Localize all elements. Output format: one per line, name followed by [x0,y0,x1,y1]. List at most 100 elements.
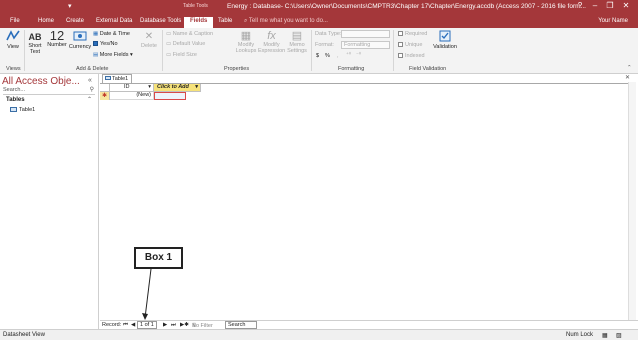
current-record-input[interactable]: 1 of 1 [137,321,157,329]
tab-create[interactable]: Create [66,18,84,24]
required-checkbox[interactable]: Required [398,31,427,37]
tab-fields[interactable]: Fields [184,17,214,28]
more-fields-button[interactable]: ▤ More Fields ▾ [93,52,133,58]
tab-database-tools[interactable]: Database Tools [140,18,181,24]
number-button[interactable]: 12 Number [46,28,68,48]
modify-expression-button[interactable]: fx Modify Expression [258,30,285,54]
data-type-label: Data Type: [315,31,342,37]
tab-table[interactable]: Table [218,18,232,24]
default-value-icon: ▭ [166,41,173,47]
dropdown-arrow-icon[interactable]: ▾ [195,84,198,91]
field-validation-group-label: Field Validation [409,66,447,72]
yes-no-label: Yes/No [100,41,118,47]
last-record-icon[interactable]: ⏭ [171,322,176,329]
ribbon: View Views AB Short Text 12 Number Curre… [0,28,638,74]
collapse-nav-icon[interactable]: « [88,77,92,84]
next-record-icon[interactable]: ▶ [163,322,167,328]
close-document-icon[interactable]: ✕ [625,74,630,81]
view-icon [6,30,20,41]
tell-me-search[interactable]: ⌕ Tell me what you want to do... [244,18,328,25]
unique-checkbox[interactable]: Unique [398,42,422,48]
view-button[interactable]: View [3,30,23,50]
nav-category-tables[interactable]: Tables [6,97,25,103]
collapse-ribbon-icon[interactable]: ⌃ [627,65,632,71]
separator [24,30,25,71]
restore-button[interactable]: ❐ [602,1,618,10]
modify-expression-label: Modify Expression [258,42,286,54]
datasheet-view-icon[interactable]: ▦ [602,332,608,339]
currency-label: Currency [68,44,92,50]
date-time-button[interactable]: ▦ Date & Time [93,31,130,37]
currency-button[interactable]: Currency [68,30,92,50]
default-value-button[interactable]: ▭ Default Value [166,41,205,47]
expression-icon: fx [267,30,276,42]
views-group-label: Views [6,66,21,72]
name-caption-icon: ▭ [166,31,173,37]
field-size-icon: ▭ [166,52,173,58]
tab-file[interactable]: File [10,18,20,24]
indexed-checkbox[interactable]: Indexed [398,53,425,59]
user-name[interactable]: Your Name [598,18,628,24]
yes-no-button[interactable]: Yes/No [93,41,118,47]
validation-button[interactable]: Validation [430,30,460,50]
short-text-icon: AB [28,32,42,42]
column-header-id[interactable]: ID ▾ [110,84,154,92]
view-label: View [7,44,19,50]
checkbox-icon [93,41,98,46]
currency-format-button[interactable]: $ [316,53,319,59]
title-bar: ▾ Table Tools Energy : Database- C:\User… [0,0,638,16]
new-record-marker[interactable]: ✱ [100,92,110,100]
tab-external-data[interactable]: External Data [96,18,132,24]
new-record-icon[interactable]: ▶✱ [180,322,189,328]
properties-group-label: Properties [224,66,250,72]
currency-icon [73,31,87,41]
tab-home[interactable]: Home [38,18,54,24]
window-title: Energy : Database- C:\Users\Owner\Docume… [227,3,586,10]
decrease-decimals-icon[interactable]: ⁻⁰ [356,52,361,58]
status-bar: Datasheet View Num Lock ▦ ▨ [0,329,638,340]
help-button[interactable]: ? [572,1,588,10]
short-text-button[interactable]: AB Short Text [27,31,43,55]
table-icon [105,76,111,80]
quick-access-toolbar[interactable]: ▾ [68,2,72,10]
id-cell[interactable]: (New) [110,92,154,100]
minimize-button[interactable]: – [587,1,603,10]
vertical-scrollbar[interactable] [628,82,636,328]
name-caption-button[interactable]: ▭ Name & Caption [166,31,213,37]
nav-pane-title[interactable]: All Access Obje... [2,76,80,87]
checkbox-icon [398,53,403,58]
delete-button[interactable]: ✕ Delete [139,31,159,49]
format-select[interactable]: Formatting [341,41,390,49]
number-icon: 12 [49,28,65,43]
document-tab-table1[interactable]: Table1 [102,74,132,83]
increase-decimals-icon[interactable]: ⁺⁰ [346,52,351,58]
add-delete-group-label: Add & Delete [76,66,109,72]
record-label: Record: [102,322,122,328]
formatting-group-label: Formatting [338,66,365,72]
validation-icon [439,30,451,42]
first-record-icon[interactable]: ⏮ [123,322,128,329]
required-label: Required [405,31,428,37]
memo-settings-button[interactable]: ▤ Memo Settings [285,30,309,54]
close-button[interactable]: ✕ [618,1,634,10]
previous-record-icon[interactable]: ◀ [131,322,135,328]
design-view-icon[interactable]: ▨ [616,332,622,339]
nav-search-placeholder: Search... [3,87,26,93]
click-to-add-header[interactable]: Click to Add ▾ [154,84,201,92]
select-all-cell[interactable] [100,84,110,92]
modify-lookups-button[interactable]: ▦ Modify Lookups [233,30,259,54]
document-area: Table1 ✕ ID ▾ Click to Add ▾ ✱ (New) [100,74,638,329]
percent-format-button[interactable]: % [325,53,330,59]
chevron-up-icon[interactable]: ⌃ [87,96,92,103]
nav-search-input[interactable]: Search... ⚲ [3,87,95,95]
nav-item-table1[interactable]: Table1 [10,107,35,113]
record-search-input[interactable]: Search [225,321,257,329]
format-label: Format: [315,42,334,48]
memo-settings-label: Memo Settings [287,42,307,54]
new-field-cell[interactable] [154,92,186,100]
field-size-button[interactable]: ▭ Field Size [166,52,197,58]
dropdown-arrow-icon[interactable]: ▾ [148,84,151,91]
column-header-label: ID [124,84,130,90]
comma-format-button[interactable]: , [337,53,339,59]
data-type-select[interactable] [341,30,390,38]
